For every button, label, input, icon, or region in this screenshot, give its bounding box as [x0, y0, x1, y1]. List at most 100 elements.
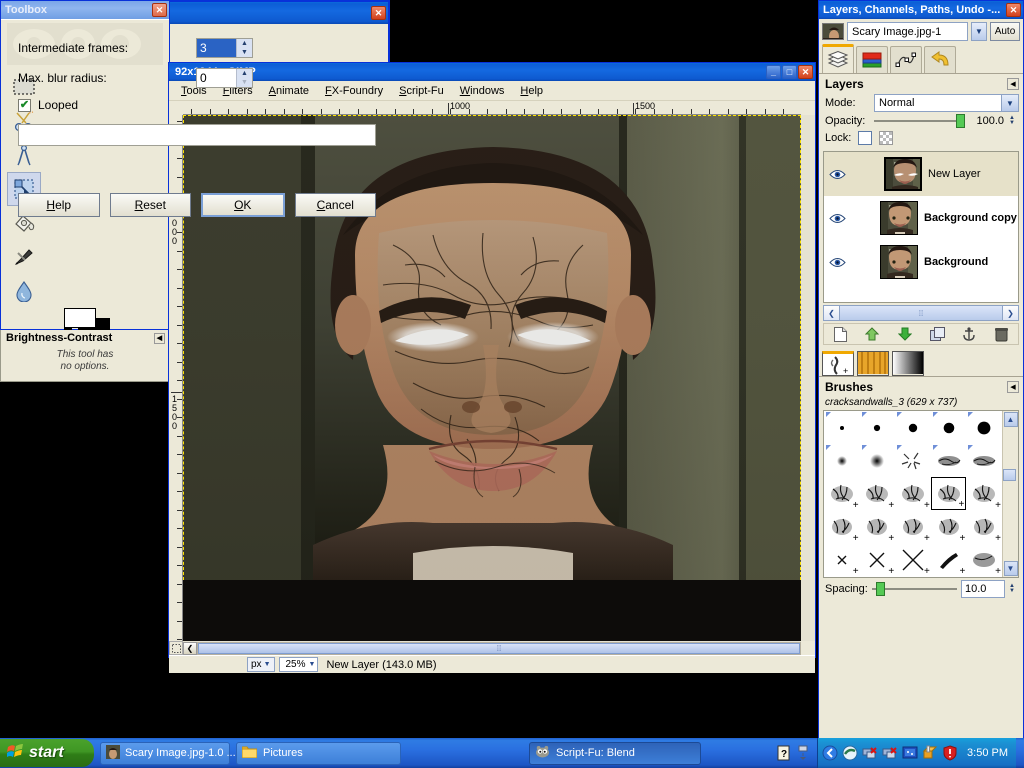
layer-row[interactable]: Background copy [824, 196, 1018, 240]
brush-cell[interactable]: + [966, 543, 1002, 577]
spin-up-icon[interactable]: ▲ [237, 69, 252, 78]
looped-checkbox-row[interactable]: ✔ Looped [18, 98, 376, 112]
brush-scrollbar[interactable]: ▲ ▼ [1002, 411, 1018, 577]
brush-cell[interactable]: + [860, 477, 896, 511]
hscroll-thumb[interactable]: ⁞⁞ [198, 642, 800, 654]
scroll-left-icon[interactable]: ❮ [823, 305, 840, 321]
max-blur-radius-spinner[interactable]: ▲ ▼ [196, 68, 253, 88]
panel-menu-icon[interactable]: ◀ [1007, 381, 1019, 393]
minimize-icon[interactable]: _ [766, 65, 781, 79]
looped-checkbox[interactable]: ✔ [18, 98, 31, 112]
blur-sharpen-tool[interactable] [7, 274, 41, 308]
close-icon[interactable]: ✕ [152, 3, 167, 17]
brush-scroll-thumb[interactable] [1003, 469, 1016, 481]
close-icon[interactable]: ✕ [371, 6, 386, 20]
help-tray-icon[interactable]: ? [777, 745, 793, 761]
panel-menu-icon[interactable]: ◀ [1007, 78, 1019, 90]
delete-layer-icon[interactable] [991, 325, 1013, 343]
security-center-tray-icon[interactable] [942, 745, 958, 761]
network-tray-icon[interactable] [797, 745, 813, 761]
eye-icon[interactable] [828, 257, 846, 268]
opacity-slider[interactable] [874, 114, 965, 128]
brush-cell[interactable] [860, 411, 896, 444]
image-name-value[interactable]: Scary Image.jpg-1 [847, 22, 968, 41]
show-hidden-icons-chevron-icon[interactable] [822, 745, 838, 761]
brush-cell[interactable]: + [895, 510, 931, 544]
lower-layer-icon[interactable] [894, 325, 916, 343]
intermediate-frames-spinner[interactable]: ▲ ▼ [196, 38, 253, 58]
display-tray-icon[interactable] [902, 745, 918, 761]
spacing-slider-handle[interactable] [875, 582, 885, 596]
brush-cell[interactable]: + [860, 510, 896, 544]
navigation-preview-icon[interactable] [801, 641, 815, 655]
quickmask-toggle-icon[interactable] [169, 641, 183, 655]
spacing-slider[interactable] [871, 582, 957, 596]
dock-titlebar[interactable]: Layers, Channels, Paths, Undo -... ✕ [819, 1, 1023, 19]
taskbar-item[interactable]: Pictures [236, 741, 401, 765]
lock-alpha-icon[interactable] [879, 131, 894, 145]
layer-hscroll-thumb[interactable]: ⁞⁞ [840, 305, 1002, 321]
spin-up-icon[interactable]: ▲ [237, 39, 252, 48]
antivirus-tray-icon[interactable] [842, 745, 858, 761]
close-icon[interactable]: ✕ [1006, 3, 1021, 17]
layer-list-scrollbar[interactable]: ❮ ⁞⁞ ❯ [823, 305, 1019, 321]
vertical-scrollbar[interactable] [801, 115, 815, 641]
unit-combo[interactable]: px ▼ [247, 657, 275, 672]
paths-tab[interactable] [890, 46, 922, 73]
lock-pixels-checkbox[interactable] [858, 131, 873, 145]
brush-cell[interactable] [824, 444, 860, 477]
taskbar-item[interactable]: Scary Image.jpg-1.0 ... [100, 741, 236, 765]
taskbar-item[interactable]: Script-Fu: Blend [529, 741, 701, 765]
brush-cell[interactable]: + [824, 510, 860, 544]
ink-tool[interactable] [7, 240, 41, 274]
layer-row[interactable]: New Layer [824, 152, 1018, 196]
undo-history-tab[interactable] [924, 46, 956, 73]
brush-cell[interactable] [895, 444, 931, 477]
intermediate-frames-input[interactable] [197, 39, 236, 57]
scroll-left-icon[interactable]: ❮ [183, 641, 197, 655]
duplicate-layer-icon[interactable] [926, 325, 948, 343]
reset-button[interactable]: Reset [109, 193, 191, 217]
start-button[interactable]: start [0, 739, 94, 767]
ok-button[interactable]: OK [201, 193, 285, 217]
chevron-down-icon[interactable]: ▼ [1001, 95, 1018, 111]
layer-row[interactable]: Background [824, 240, 1018, 284]
help-button[interactable]: Help [18, 193, 100, 217]
clock[interactable]: 3:50 PM [967, 747, 1008, 759]
brush-cell[interactable] [931, 411, 967, 444]
scroll-right-icon[interactable]: ❯ [1002, 305, 1019, 321]
panel-menu-icon[interactable]: ◀ [154, 332, 165, 344]
brushes-tab[interactable]: + [822, 351, 854, 376]
menu-help[interactable]: Help [512, 83, 551, 99]
toolbox-titlebar[interactable]: Toolbox ✕ [1, 1, 169, 19]
horizontal-scrollbar[interactable]: ❮ ⁞⁞ [183, 641, 801, 655]
eye-icon[interactable] [828, 213, 846, 224]
brush-cell[interactable]: + [966, 477, 1002, 511]
brush-cell[interactable]: + [966, 510, 1002, 544]
brush-cell[interactable] [860, 444, 896, 477]
network-disconnected-tray-icon[interactable] [862, 745, 878, 761]
brush-cell[interactable]: + [931, 510, 967, 544]
brush-cell[interactable]: + [824, 477, 860, 511]
max-blur-radius-input[interactable] [197, 69, 236, 87]
channels-tab[interactable] [856, 46, 888, 73]
zoom-combo[interactable]: 25% ▼ [278, 657, 319, 672]
brush-cell[interactable]: + [895, 477, 931, 511]
brush-cell[interactable] [966, 444, 1002, 477]
scroll-up-icon[interactable]: ▲ [1003, 412, 1018, 427]
gradients-tab[interactable] [892, 351, 924, 376]
chevron-down-icon[interactable]: ▼ [971, 22, 987, 41]
brush-cell[interactable]: + [931, 543, 967, 577]
opacity-slider-handle[interactable] [956, 114, 965, 128]
foreground-color-swatch[interactable] [64, 308, 96, 328]
maximize-icon[interactable]: □ [782, 65, 797, 79]
anchor-layer-icon[interactable] [958, 325, 980, 343]
brush-cell[interactable]: + [860, 543, 896, 577]
brush-cell[interactable] [931, 444, 967, 477]
spin-down-icon[interactable]: ▼ [237, 78, 252, 87]
spacing-value[interactable]: 10.0 [961, 580, 1005, 598]
cancel-button[interactable]: Cancel [294, 193, 376, 217]
brush-cell[interactable]: + [895, 543, 931, 577]
new-layer-icon[interactable] [829, 325, 851, 343]
brush-grid[interactable]: + + + + + + + + + + + + + + + ▲ ▼ [823, 410, 1019, 578]
